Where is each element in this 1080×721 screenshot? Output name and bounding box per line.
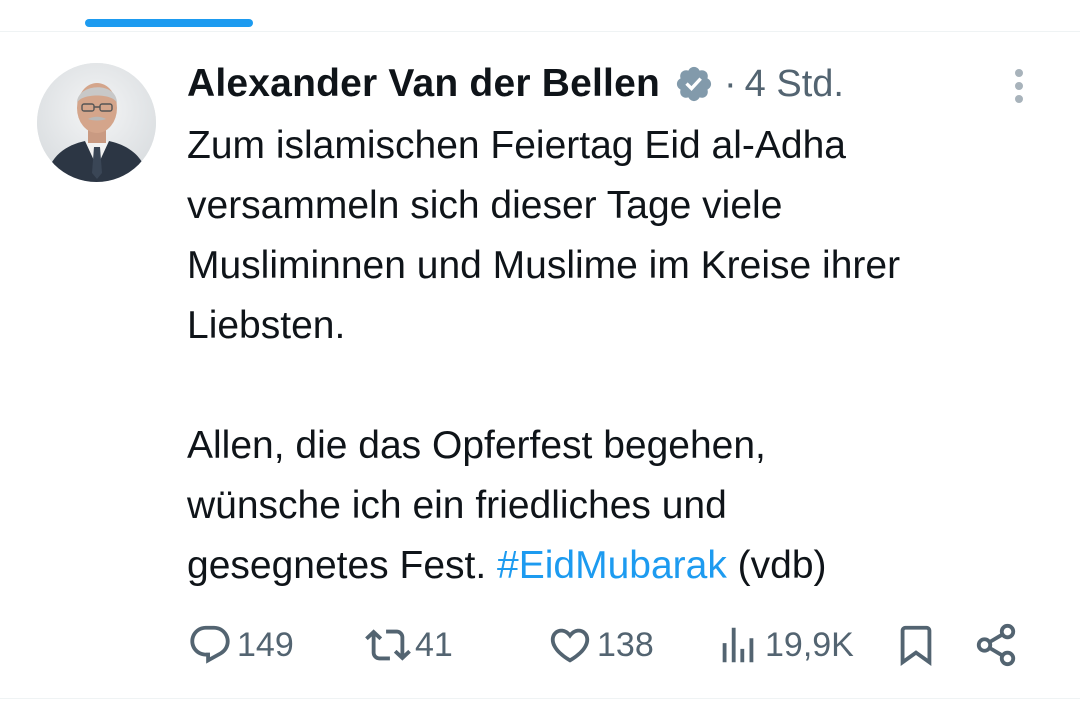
- tweet-text-signature: (vdb): [726, 544, 827, 587]
- avatar[interactable]: [37, 63, 156, 182]
- share-icon: [976, 623, 1016, 667]
- retweet-button[interactable]: 41: [365, 618, 453, 672]
- views-icon: [722, 627, 754, 663]
- share-button[interactable]: [973, 618, 1019, 672]
- hashtag-link[interactable]: #EidMubarak: [497, 544, 727, 587]
- reply-button[interactable]: 149: [187, 618, 294, 672]
- reply-icon: [190, 625, 230, 664]
- tweet-header: Alexander Van der Bellen · 4 Std.: [187, 56, 844, 112]
- tweet-text-body: Zum islamischen Feiertag Eid al-Adha ver…: [187, 124, 901, 587]
- verified-badge-icon: [674, 64, 714, 104]
- tweet-text: Zum islamischen Feiertag Eid al-Adha ver…: [187, 116, 1057, 596]
- bookmark-icon: [900, 625, 932, 666]
- action-bar: 149 41 138 19,9K: [187, 618, 1037, 672]
- heart-icon: [550, 628, 590, 663]
- divider: [0, 698, 1080, 699]
- retweet-icon: [365, 629, 411, 661]
- views-count: 19,9K: [765, 625, 854, 664]
- avatar-image: [37, 63, 156, 182]
- bookmark-button[interactable]: [893, 618, 939, 672]
- tweet-screen: Alexander Van der Bellen · 4 Std. Zum is…: [0, 0, 1080, 721]
- like-button[interactable]: 138: [547, 618, 654, 672]
- reply-count: 149: [237, 625, 294, 664]
- like-count: 138: [597, 625, 654, 664]
- views-button[interactable]: 19,9K: [715, 618, 854, 672]
- active-tab-indicator: [85, 19, 253, 27]
- separator-dot: ·: [724, 62, 737, 105]
- divider: [0, 31, 1080, 32]
- timestamp[interactable]: 4 Std.: [745, 63, 844, 106]
- retweet-count: 41: [415, 625, 453, 664]
- more-icon[interactable]: [1004, 66, 1034, 106]
- author-name[interactable]: Alexander Van der Bellen: [187, 62, 660, 106]
